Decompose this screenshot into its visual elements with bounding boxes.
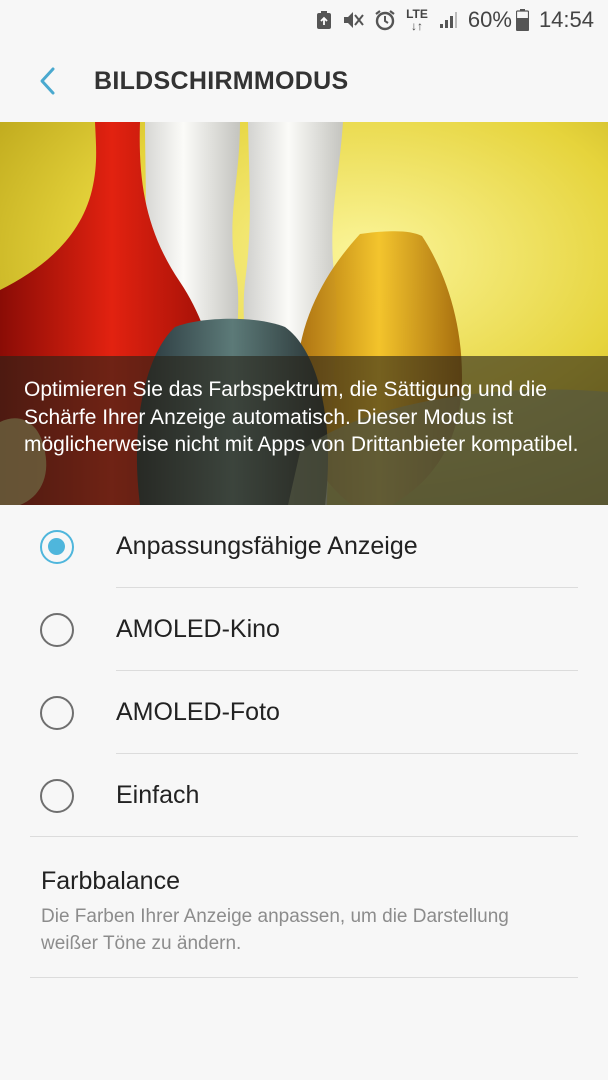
- mute-icon: [342, 10, 364, 30]
- back-button[interactable]: [24, 57, 72, 105]
- hero-caption: Optimieren Sie das Farbspektrum, die Sät…: [0, 356, 608, 505]
- mode-option-amoled-cinema[interactable]: AMOLED-Kino: [0, 588, 608, 671]
- color-balance-title: Farbbalance: [41, 867, 180, 895]
- mode-option-adaptive[interactable]: Anpassungsfähige Anzeige: [0, 505, 608, 588]
- radio-button[interactable]: [40, 613, 74, 647]
- color-balance-description: Die Farben Ihrer Anzeige anpassen, um di…: [41, 906, 509, 954]
- mode-option-basic[interactable]: Einfach: [0, 754, 608, 837]
- lte-icon: LTE ↓↑: [406, 7, 428, 33]
- signal-icon: [438, 10, 458, 30]
- radio-button-selected[interactable]: [40, 530, 74, 564]
- battery-percent: 60%: [467, 7, 512, 32]
- radio-button[interactable]: [40, 696, 74, 730]
- status-bar: LTE ↓↑ 60% 14:54: [0, 0, 608, 40]
- color-balance-setting[interactable]: Farbbalance Die Farben Ihrer Anzeige anp…: [30, 839, 578, 978]
- alarm-icon: [374, 9, 396, 31]
- page-title: BILDSCHIRMMODUS: [94, 66, 349, 95]
- radio-button[interactable]: [40, 779, 74, 813]
- lte-label: LTE: [406, 7, 428, 21]
- recycle-notification-icon: [316, 10, 332, 30]
- hero-image: Optimieren Sie das Farbspektrum, die Sät…: [0, 122, 608, 505]
- clock: 14:54: [538, 7, 594, 32]
- mode-option-label: AMOLED-Kino: [116, 615, 280, 643]
- mode-option-label: AMOLED-Foto: [116, 698, 280, 726]
- battery-icon: [515, 9, 529, 31]
- app-header: BILDSCHIRMMODUS: [0, 40, 608, 122]
- mode-option-amoled-photo[interactable]: AMOLED-Foto: [0, 671, 608, 754]
- divider: [30, 836, 578, 837]
- chevron-left-icon: [40, 67, 55, 95]
- display-mode-list: Anpassungsfähige Anzeige AMOLED-Kino AMO…: [0, 505, 608, 837]
- mode-option-label: Einfach: [116, 781, 200, 809]
- mode-option-label: Anpassungsfähige Anzeige: [116, 532, 418, 560]
